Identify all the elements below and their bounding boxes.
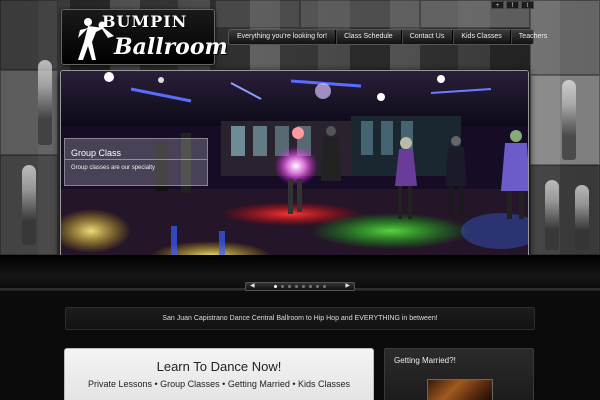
nav-item-everything[interactable]: Everything you're looking for! bbox=[229, 30, 337, 44]
social-links: + f t bbox=[491, 1, 534, 9]
caption-divider bbox=[65, 159, 207, 160]
logo-text-bottom: Ballroom bbox=[114, 34, 228, 60]
prev-slide-icon[interactable]: ◀ bbox=[250, 283, 255, 290]
slide-caption-text: Group classes are our specialty bbox=[71, 165, 156, 171]
slider-dot[interactable] bbox=[316, 285, 319, 288]
logo-text-top: BUMPIN bbox=[102, 12, 188, 31]
slider-pager: ◀ ▶ bbox=[245, 282, 355, 291]
widget-title: Getting Married?! bbox=[394, 356, 456, 365]
nav-item-teachers[interactable]: Teachers bbox=[511, 30, 555, 44]
learn-title: Learn To Dance Now! bbox=[156, 359, 282, 374]
slider-dot[interactable] bbox=[295, 285, 298, 288]
slide-caption: Group Class Group classes are our specia… bbox=[64, 138, 208, 186]
slider-dot[interactable] bbox=[309, 285, 312, 288]
nav-item-contact-us[interactable]: Contact Us bbox=[402, 30, 454, 44]
nav-item-kids-classes[interactable]: Kids Classes bbox=[453, 30, 511, 44]
nav-item-class-schedule[interactable]: Class Schedule bbox=[336, 30, 402, 44]
wedding-photo[interactable] bbox=[427, 379, 493, 400]
google-plus-icon[interactable]: + bbox=[491, 1, 504, 9]
main-nav: Everything you're looking for! Class Sch… bbox=[228, 29, 547, 45]
next-slide-icon[interactable]: ▶ bbox=[345, 283, 350, 290]
getting-married-widget: Getting Married?! bbox=[384, 348, 534, 400]
slider-dot[interactable] bbox=[302, 285, 305, 288]
tagline-bar: San Juan Capistrano Dance Central Ballro… bbox=[65, 307, 535, 330]
learn-to-dance-box: Learn To Dance Now! Private Lessons • Gr… bbox=[64, 348, 374, 400]
facebook-icon[interactable]: f bbox=[506, 1, 519, 9]
slider-dot[interactable] bbox=[288, 285, 291, 288]
twitter-icon[interactable]: t bbox=[521, 1, 534, 9]
slide-caption-title: Group Class bbox=[71, 148, 122, 158]
slider-dots bbox=[274, 285, 326, 288]
slider-dot[interactable] bbox=[274, 285, 277, 288]
learn-links[interactable]: Private Lessons • Group Classes • Gettin… bbox=[65, 379, 373, 389]
site-logo[interactable]: BUMPIN Ballroom bbox=[61, 9, 228, 65]
slider-dot[interactable] bbox=[323, 285, 326, 288]
slider-dot[interactable] bbox=[281, 285, 284, 288]
